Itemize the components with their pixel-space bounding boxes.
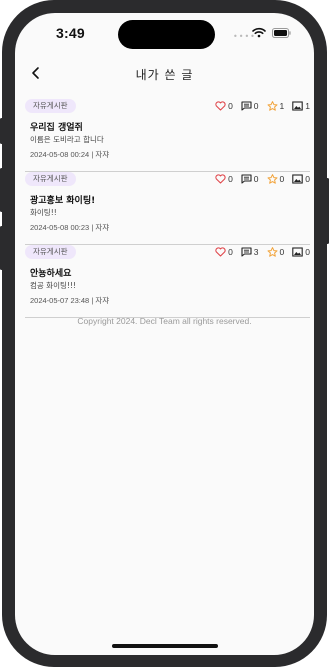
heart-icon [215,101,226,111]
meta-separator: | [91,150,94,159]
dynamic-island [118,20,215,49]
post-meta: 2024-05-08 00:24 | 자쟈 [30,149,109,160]
home-indicator[interactable] [112,644,218,648]
like-stat: 0 [215,247,233,257]
status-bar: 3:49 •••• [15,13,314,57]
post-meta: 2024-05-08 00:23 | 자쟈 [30,222,109,233]
post-body: 컴공 화이팅!!! [30,281,76,290]
meta-separator: | [91,223,94,232]
comment-icon [241,101,252,111]
comment-count: 0 [253,174,259,184]
comment-stat: 0 [241,174,259,184]
status-time: 3:49 [56,25,85,41]
post-item[interactable]: 자유게시판 0 0 0 0 광고홍보 화이팅! 화이팅!! 2024-05-08… [25,172,310,245]
image-stat: 0 [292,174,310,184]
post-stats: 0 0 1 1 [207,100,310,112]
post-date: 2024-05-08 00:23 [30,223,90,232]
post-author: 자쟈 [95,150,110,159]
star-count: 1 [279,101,285,111]
post-title: 광고홍보 화이팅! [30,196,96,206]
image-stat: 1 [292,101,310,111]
volume-up-button [0,168,3,212]
category-badge: 자유게시판 [25,99,76,113]
star-icon [267,247,278,257]
like-stat: 0 [215,174,233,184]
post-meta: 2024-05-07 23:48 | 자쟈 [30,295,109,306]
post-stats: 0 0 0 0 [207,173,310,185]
image-icon [292,101,304,111]
post-stats: 0 3 0 0 [207,246,310,258]
image-count: 1 [305,101,310,111]
heart-icon [215,174,226,184]
star-count: 0 [279,247,285,257]
comment-stat: 0 [241,101,259,111]
category-badge: 자유게시판 [25,245,76,259]
comment-count: 3 [253,247,259,257]
app-screen: 3:49 •••• 내가 쓴 글 자유게시판 0 0 1 1 우리집 갱얼쥐 이… [15,13,314,655]
post-body: 화이팅!! [30,208,57,217]
heart-icon [215,247,226,257]
comment-icon [241,174,252,184]
star-icon [267,101,278,111]
post-item[interactable]: 자유게시판 0 0 1 1 우리집 갱얼쥐 이름은 도비라고 합니다 2024-… [25,99,310,172]
comment-stat: 3 [241,247,259,257]
like-count: 0 [228,101,233,111]
copyright-text: Copyright 2024. Decl Team all rights res… [77,316,252,326]
image-icon [292,247,304,257]
battery-icon [272,28,291,38]
post-title: 우리집 갱얼쥐 [30,123,83,133]
post-author: 자쟈 [95,223,110,232]
star-count: 0 [279,174,285,184]
comment-count: 0 [253,101,259,111]
volume-down-button [0,226,3,270]
star-stat: 0 [267,174,285,184]
wifi-icon [252,27,266,38]
page-header: 내가 쓴 글 [15,57,314,91]
post-list: 자유게시판 0 0 1 1 우리집 갱얼쥐 이름은 도비라고 합니다 2024-… [25,99,310,318]
post-body: 이름은 도비라고 합니다 [30,135,104,144]
meta-separator: | [91,296,94,305]
like-count: 0 [228,174,233,184]
image-count: 0 [305,174,310,184]
like-stat: 0 [215,101,233,111]
image-count: 0 [305,247,310,257]
action-button [0,118,3,144]
post-date: 2024-05-08 00:24 [30,150,90,159]
post-date: 2024-05-07 23:48 [30,296,90,305]
post-author: 자쟈 [95,296,110,305]
star-stat: 0 [267,247,285,257]
star-stat: 1 [267,101,285,111]
image-stat: 0 [292,247,310,257]
post-title: 안뇽하세요 [30,269,72,279]
page-title: 내가 쓴 글 [135,68,194,82]
comment-icon [241,247,252,257]
image-icon [292,174,304,184]
post-item[interactable]: 자유게시판 0 3 0 0 안뇽하세요 컴공 화이팅!!! 2024-05-07… [25,245,310,318]
category-badge: 자유게시판 [25,172,76,186]
star-icon [267,174,278,184]
like-count: 0 [228,247,233,257]
